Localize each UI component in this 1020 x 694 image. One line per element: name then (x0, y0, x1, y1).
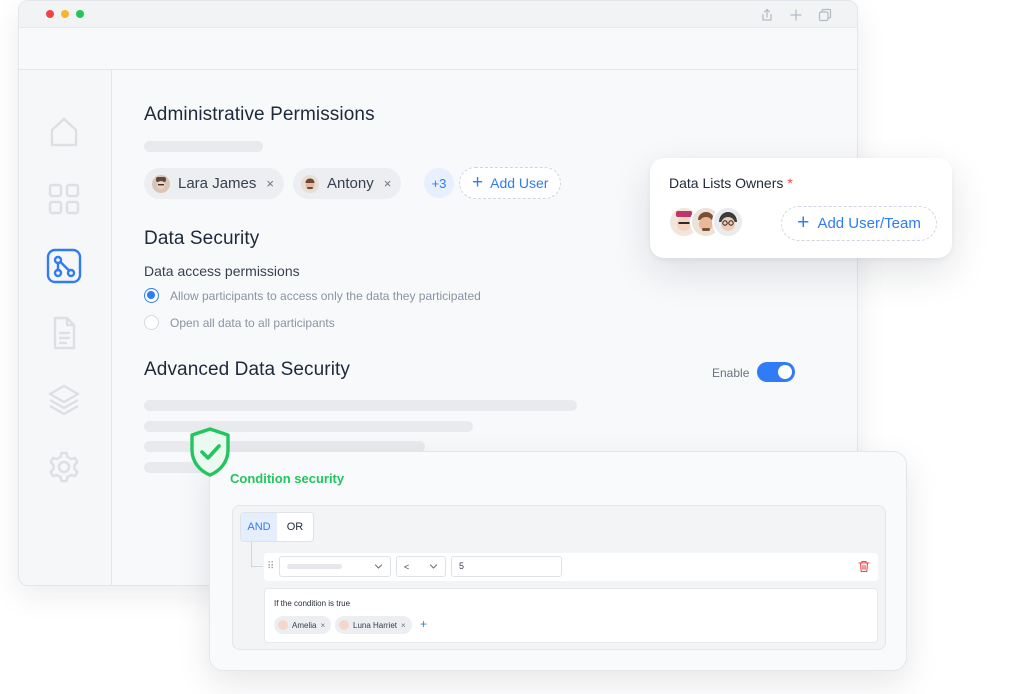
more-users-badge[interactable]: +3 (424, 168, 454, 198)
data-security-title: Data Security (144, 228, 260, 249)
document-icon[interactable] (46, 315, 82, 351)
advanced-security-title: Advanced Data Security (144, 359, 351, 380)
condition-rule-row: ⠿ < 5 (264, 553, 878, 581)
radio-label: Allow participants to access only the da… (170, 289, 481, 303)
close-window-button[interactable] (46, 10, 54, 18)
logic-toggle: AND OR (240, 512, 314, 542)
operator-value: < (404, 561, 410, 572)
user-chip-lara-james: Lara James × (144, 168, 284, 199)
remove-assignee-button[interactable]: × (320, 621, 325, 630)
share-icon[interactable] (760, 8, 774, 22)
skeleton-line (144, 141, 263, 152)
tree-connector (251, 542, 252, 566)
grid-icon[interactable] (46, 181, 82, 217)
assignee-chip-amelia: Amelia × (274, 616, 332, 634)
data-lists-owners-card: Data Lists Owners * + Add User/Team (650, 158, 952, 258)
remove-user-button[interactable]: × (384, 176, 392, 191)
settings-icon[interactable] (46, 449, 82, 485)
logic-or-button[interactable]: OR (277, 513, 313, 541)
then-label: If the condition is true (274, 599, 351, 608)
assignee-chip-luna-harriet: Luna Harriet × (335, 616, 412, 634)
add-user-team-button[interactable]: + Add User/Team (781, 206, 937, 241)
avatar (301, 174, 319, 193)
avatar[interactable] (712, 206, 744, 238)
plus-icon: + (797, 211, 810, 234)
enable-label: Enable (712, 366, 750, 380)
chevron-down-icon (374, 562, 383, 571)
skeleton-line (144, 400, 577, 411)
title-bar (19, 1, 857, 28)
enable-toggle[interactable] (757, 362, 795, 382)
avatar (278, 620, 288, 630)
workflow-icon[interactable] (46, 248, 82, 284)
radio-label: Open all data to all participants (170, 316, 335, 330)
plus-icon: + (472, 171, 484, 193)
add-user-team-label: Add User/Team (817, 215, 921, 232)
user-chip-name: Antony (327, 175, 374, 192)
toolbar (19, 28, 857, 70)
tree-connector (251, 566, 263, 567)
chevron-down-icon (429, 562, 438, 571)
radio-open-all[interactable] (144, 315, 159, 330)
condition-security-title: Condition security (230, 471, 345, 486)
drag-handle-icon[interactable]: ⠿ (267, 561, 274, 572)
home-icon[interactable] (46, 114, 82, 150)
remove-user-button[interactable]: × (266, 176, 274, 191)
plus-icon[interactable] (789, 8, 803, 22)
logic-and-button[interactable]: AND (241, 513, 277, 541)
user-chip-antony: Antony × (293, 168, 402, 199)
layers-icon[interactable] (46, 382, 82, 418)
sidebar (19, 70, 112, 585)
assignee-name: Luna Harriet (353, 620, 398, 630)
avatar (152, 174, 170, 193)
user-chip-name: Lara James (178, 175, 257, 192)
add-assignee-button[interactable]: + (420, 618, 427, 630)
value-input[interactable]: 5 (451, 556, 562, 577)
maximize-window-button[interactable] (76, 10, 84, 18)
skeleton-line (287, 564, 342, 569)
condition-security-card: Condition security AND OR ⠿ < 5 If the c… (209, 451, 907, 671)
radio-participated-only[interactable] (144, 288, 159, 303)
minimize-window-button[interactable] (61, 10, 69, 18)
shield-check-icon (188, 427, 232, 477)
add-user-button[interactable]: + Add User (459, 167, 562, 199)
avatar (339, 620, 349, 630)
data-access-label: Data access permissions (144, 263, 300, 279)
condition-then-box: If the condition is true Amelia × Luna H… (264, 588, 878, 643)
operator-select[interactable]: < (396, 556, 446, 577)
remove-assignee-button[interactable]: × (401, 621, 406, 630)
add-user-label: Add User (490, 175, 549, 191)
assignee-name: Amelia (292, 620, 317, 630)
field-select[interactable] (279, 556, 391, 577)
admin-permissions-title: Administrative Permissions (144, 104, 375, 125)
condition-builder: AND OR ⠿ < 5 If the condition is true Am… (232, 505, 886, 650)
copy-icon[interactable] (818, 8, 832, 22)
required-mark: * (787, 175, 793, 191)
owners-title: Data Lists Owners * (669, 175, 793, 191)
trash-icon[interactable] (858, 560, 870, 573)
